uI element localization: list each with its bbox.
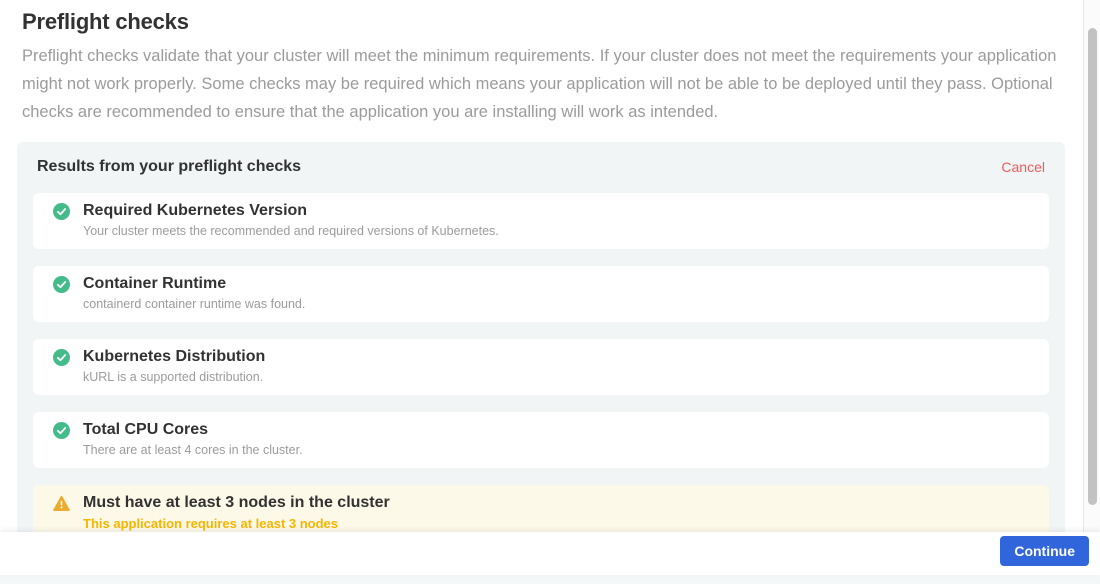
preflight-results-panel: Results from your preflight checks Cance… bbox=[17, 142, 1065, 561]
preflight-check-card: Container Runtime containerd container r… bbox=[33, 266, 1049, 322]
warning-triangle-icon bbox=[53, 495, 70, 512]
check-title: Required Kubernetes Version bbox=[83, 201, 307, 221]
success-check-icon bbox=[53, 349, 70, 366]
page-header: Preflight checks Preflight checks valida… bbox=[0, 0, 1083, 126]
preflight-check-card: Required Kubernetes Version Your cluster… bbox=[33, 193, 1049, 249]
vertical-scrollbar-track[interactable] bbox=[1083, 0, 1100, 575]
check-card-header: Must have at least 3 nodes in the cluste… bbox=[53, 493, 1029, 513]
footer-bar: Continue bbox=[0, 532, 1100, 575]
page-description: Preflight checks validate that your clus… bbox=[22, 42, 1061, 126]
check-message: containerd container runtime was found. bbox=[83, 297, 1029, 312]
preflight-check-card: Total CPU Cores There are at least 4 cor… bbox=[33, 412, 1049, 468]
success-check-icon bbox=[53, 422, 70, 439]
check-card-header: Total CPU Cores bbox=[53, 420, 1029, 440]
page-title: Preflight checks bbox=[22, 9, 1061, 34]
success-check-icon bbox=[53, 276, 70, 293]
check-title: Total CPU Cores bbox=[83, 420, 208, 440]
check-card-header: Container Runtime bbox=[53, 274, 1029, 294]
check-message: kURL is a supported distribution. bbox=[83, 370, 1029, 385]
check-card-header: Required Kubernetes Version bbox=[53, 201, 1029, 221]
panel-title: Results from your preflight checks bbox=[37, 158, 301, 176]
check-card-header: Kubernetes Distribution bbox=[53, 347, 1029, 367]
check-message: There are at least 4 cores in the cluste… bbox=[83, 443, 1029, 458]
preflight-check-card: Kubernetes Distribution kURL is a suppor… bbox=[33, 339, 1049, 395]
check-title: Kubernetes Distribution bbox=[83, 347, 265, 367]
preflight-scroll-area: Preflight checks Preflight checks valida… bbox=[0, 0, 1083, 575]
success-check-icon bbox=[53, 203, 70, 220]
check-message: Your cluster meets the recommended and r… bbox=[83, 224, 1029, 239]
preflight-results-list: Required Kubernetes Version Your cluster… bbox=[33, 193, 1049, 541]
check-title: Must have at least 3 nodes in the cluste… bbox=[83, 493, 390, 513]
cancel-link[interactable]: Cancel bbox=[1001, 159, 1045, 175]
panel-header: Results from your preflight checks Cance… bbox=[33, 157, 1049, 176]
continue-button[interactable]: Continue bbox=[1000, 536, 1089, 566]
check-title: Container Runtime bbox=[83, 274, 226, 294]
check-message: This application requires at least 3 nod… bbox=[83, 516, 1029, 531]
vertical-scrollbar-thumb[interactable] bbox=[1088, 28, 1097, 505]
